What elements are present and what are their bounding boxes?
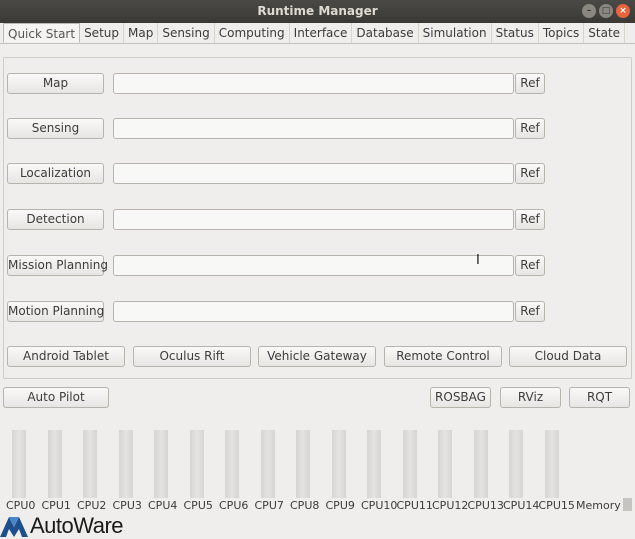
tab-status[interactable]: Status [492,23,539,43]
cpu-label: CPU4 [148,499,178,512]
cpu-label: CPU1 [41,499,71,512]
cpu-usage-bar [47,430,62,498]
title-bar: Runtime Manager – □ × [0,0,635,23]
mission-planning-button[interactable]: Mission Planning [7,255,108,276]
cpu-usage-bar [438,430,452,498]
tab-interface[interactable]: Interface [290,23,353,43]
tab-map[interactable]: Map [124,23,159,43]
vehicle-gateway-button[interactable]: Vehicle Gateway [258,346,376,367]
tab-simulation[interactable]: Simulation [419,23,492,43]
localization-ref-button[interactable]: Ref [515,163,545,184]
tab-quick-start[interactable]: Quick Start [3,23,81,43]
cpu-usage-bar [509,430,523,498]
tab-state[interactable]: State [584,23,626,43]
cpu-usage-bar [544,430,559,498]
sensing-path-input[interactable] [113,118,514,139]
cpu-usage-bar [225,430,239,498]
oculus-rift-button[interactable]: Oculus Rift [133,346,251,367]
cpu-label: CPU8 [290,499,320,512]
autoware-logo-icon [0,517,28,537]
tab-bar: Quick Start Setup Map Sensing Computing … [0,23,635,44]
motion-planning-ref-button[interactable]: Ref [515,301,545,322]
cpu-label: CPU0 [6,499,36,512]
cpu-label: CPU6 [219,499,249,512]
detection-ref-button[interactable]: Ref [515,209,545,230]
cpu-usage-bar [12,430,26,498]
close-icon[interactable]: × [616,4,630,18]
cpu-usage-bar [367,430,381,498]
tab-database[interactable]: Database [352,23,419,43]
cpu-usage-bar [402,430,417,498]
cpu-usage-bar [118,430,133,498]
tab-setup[interactable]: Setup [80,23,124,43]
cpu-usage-bar [473,430,488,498]
cpu-label: CPU10 [361,499,398,512]
cpu-usage-bar [83,430,97,498]
cpu-label: CPU11 [396,499,433,512]
cpu-usage-bar [154,430,168,498]
cpu-label: CPU2 [77,499,107,512]
memory-label: Memory [576,499,621,512]
window-title: Runtime Manager [257,4,378,18]
map-button[interactable]: Map [7,73,104,94]
remote-control-button[interactable]: Remote Control [384,346,502,367]
tab-topics[interactable]: Topics [539,23,585,43]
rviz-button[interactable]: RViz [500,387,561,408]
cpu-label: CPU5 [183,499,213,512]
minimize-icon[interactable]: – [582,4,596,18]
text-cursor-icon: I [476,253,480,268]
cpu-label: CPU15 [538,499,575,512]
sensing-ref-button[interactable]: Ref [515,118,545,139]
autoware-logo: AutoWare [0,513,124,538]
motion-planning-button[interactable]: Motion Planning [7,301,104,322]
detection-button[interactable]: Detection [7,209,104,230]
cpu-label: CPU9 [325,499,355,512]
map-path-input[interactable] [113,73,514,94]
cpu-usage-bar [260,430,275,498]
cpu-usage-bar [296,430,310,498]
cpu-usage-bar [331,430,346,498]
cpu-label: CPU14 [503,499,540,512]
cpu-label: CPU3 [112,499,142,512]
map-ref-button[interactable]: Ref [515,73,545,94]
sensing-button[interactable]: Sensing [7,118,104,139]
localization-button[interactable]: Localization [7,163,104,184]
cpu-usage-bar [189,430,204,498]
cpu-label: CPU12 [432,499,469,512]
localization-path-input[interactable] [113,163,514,184]
rqt-button[interactable]: RQT [569,387,630,408]
logo-text: AutoWare [30,513,124,538]
mission-planning-path-input[interactable] [113,255,514,276]
cloud-data-button[interactable]: Cloud Data [509,346,627,367]
detection-path-input[interactable] [113,209,514,230]
tab-computing[interactable]: Computing [215,23,290,43]
cpu-label: CPU7 [254,499,284,512]
motion-planning-path-input[interactable] [113,301,514,322]
android-tablet-button[interactable]: Android Tablet [7,346,125,367]
memory-bar [623,498,632,511]
auto-pilot-button[interactable]: Auto Pilot [3,387,109,408]
rosbag-button[interactable]: ROSBAG [430,387,491,408]
cpu-label: CPU13 [467,499,504,512]
tab-sensing[interactable]: Sensing [158,23,215,43]
maximize-icon[interactable]: □ [599,4,613,18]
mission-planning-ref-button[interactable]: Ref [515,255,545,276]
